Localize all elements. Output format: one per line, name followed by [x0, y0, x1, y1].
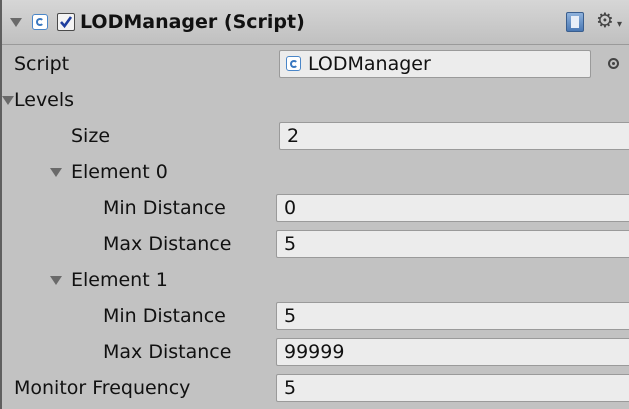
- foldout-arrow-icon[interactable]: [50, 276, 62, 285]
- script-value: LODManager: [308, 53, 431, 75]
- help-book-icon[interactable]: [566, 12, 584, 32]
- monitor-frequency-input[interactable]: 5: [276, 374, 629, 402]
- component-title: LODManager (Script): [80, 11, 305, 33]
- gear-icon[interactable]: ⚙: [596, 8, 614, 32]
- element-label: Element 1: [71, 269, 168, 291]
- monitor-frequency-label: Monitor Frequency: [14, 377, 191, 399]
- size-row: Size 2: [0, 118, 629, 154]
- max-distance-input[interactable]: 5: [276, 230, 629, 258]
- gear-dropdown-icon[interactable]: ▾: [617, 20, 622, 30]
- element-1-foldout[interactable]: Element 1: [0, 262, 629, 298]
- foldout-arrow-icon[interactable]: [50, 168, 62, 177]
- inspector-panel: LODManager (Script) ⚙ ▾ Script LODManage…: [0, 0, 629, 409]
- csharp-script-icon: [286, 56, 301, 71]
- script-label: Script: [14, 53, 70, 75]
- max-distance-label: Max Distance: [103, 341, 232, 363]
- levels-foldout[interactable]: Levels: [0, 82, 629, 118]
- min-distance-input[interactable]: 0: [276, 194, 629, 222]
- min-distance-label: Min Distance: [103, 197, 226, 219]
- element-0-foldout[interactable]: Element 0: [0, 154, 629, 190]
- max-distance-input[interactable]: 99999: [276, 338, 629, 366]
- size-input[interactable]: 2: [279, 122, 629, 150]
- component-header[interactable]: LODManager (Script) ⚙ ▾: [0, 0, 629, 45]
- max-distance-label: Max Distance: [103, 233, 232, 255]
- csharp-script-icon: [32, 14, 48, 30]
- min-distance-label: Min Distance: [103, 305, 226, 327]
- element-1-max-row: Max Distance 99999: [0, 334, 629, 370]
- foldout-arrow-icon[interactable]: [2, 96, 14, 105]
- foldout-arrow-icon[interactable]: [10, 18, 22, 27]
- element-0-max-row: Max Distance 5: [0, 226, 629, 262]
- element-1-min-row: Min Distance 5: [0, 298, 629, 334]
- script-object-field[interactable]: LODManager: [279, 50, 591, 78]
- enabled-checkbox[interactable]: [57, 13, 75, 31]
- element-0-min-row: Min Distance 0: [0, 190, 629, 226]
- size-label: Size: [71, 125, 111, 147]
- script-row: Script LODManager: [0, 46, 629, 82]
- object-picker-icon[interactable]: [608, 58, 619, 69]
- min-distance-input[interactable]: 5: [276, 302, 629, 330]
- levels-label: Levels: [14, 89, 75, 111]
- checkmark-icon: [60, 16, 73, 29]
- element-label: Element 0: [71, 161, 168, 183]
- left-border: [0, 0, 2, 409]
- monitor-frequency-row: Monitor Frequency 5: [0, 370, 629, 406]
